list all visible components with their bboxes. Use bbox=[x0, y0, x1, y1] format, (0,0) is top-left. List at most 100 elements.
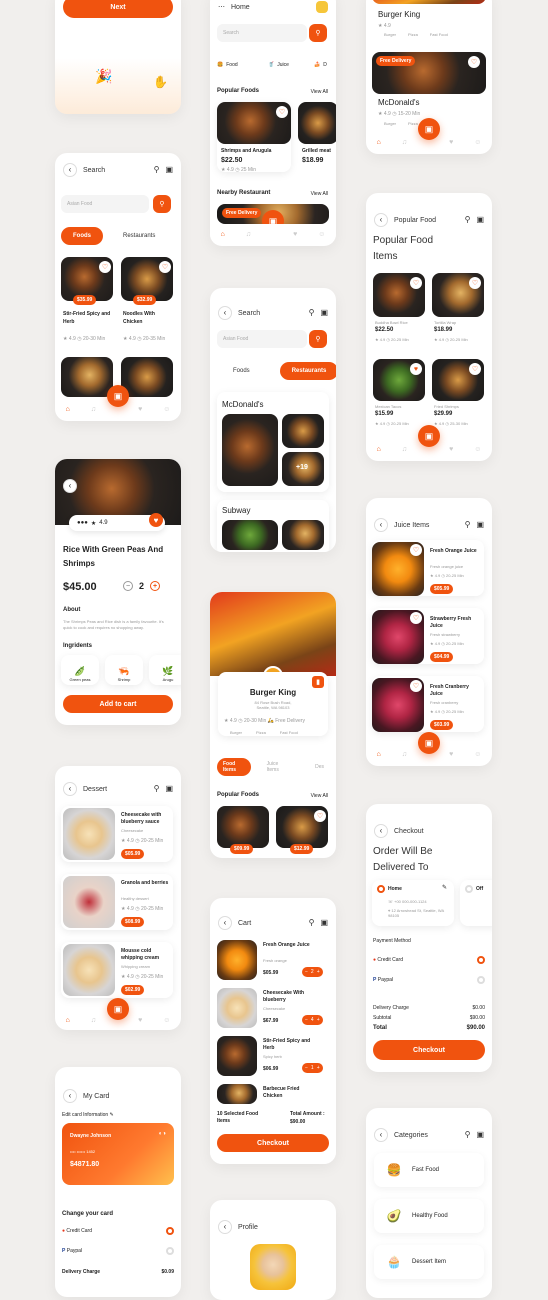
user-icon[interactable]: ☺ bbox=[474, 446, 481, 453]
cart-icon[interactable]: ▣ bbox=[476, 521, 484, 529]
back-button[interactable]: ‹ bbox=[63, 163, 77, 177]
home-icon[interactable]: ⌂ bbox=[221, 231, 225, 238]
search-input[interactable]: Asian Food bbox=[61, 195, 149, 213]
plus-button[interactable]: + bbox=[150, 581, 161, 591]
heart-nav-icon[interactable]: ♥ bbox=[449, 446, 453, 453]
back-button[interactable]: ‹ bbox=[374, 518, 388, 532]
heart-icon[interactable]: ♡ bbox=[469, 363, 481, 375]
credit-card[interactable]: Dwayne Johnson •••• •••••• 1452 $4871.80… bbox=[62, 1123, 174, 1185]
view-all-link[interactable]: View All bbox=[311, 191, 328, 197]
back-button[interactable]: ‹ bbox=[218, 306, 232, 320]
home-icon[interactable]: ⌂ bbox=[66, 406, 70, 413]
qty-stepper[interactable]: −4 + bbox=[302, 1015, 323, 1025]
category-dessert[interactable]: 🍰 D bbox=[314, 56, 327, 74]
user-icon[interactable]: ☺ bbox=[163, 1017, 170, 1024]
qty-stepper[interactable]: −1 + bbox=[302, 1063, 323, 1073]
category-juice[interactable]: 🥤 Juice bbox=[268, 56, 289, 74]
search-button[interactable]: ⚲ bbox=[153, 195, 171, 213]
favorite-button[interactable]: ♥ bbox=[149, 513, 163, 527]
heart-nav-icon[interactable]: ♥ bbox=[138, 1017, 142, 1024]
search-icon[interactable]: ⚲ bbox=[309, 309, 315, 317]
bell-icon[interactable]: ♫ bbox=[246, 231, 251, 238]
user-icon[interactable]: ☺ bbox=[318, 231, 325, 238]
bell-icon[interactable]: ♫ bbox=[402, 139, 407, 146]
home-icon[interactable]: ⌂ bbox=[377, 446, 381, 453]
back-button[interactable]: ‹ bbox=[374, 824, 388, 838]
heart-icon[interactable]: ♡ bbox=[410, 680, 422, 692]
qty-stepper[interactable]: −2 + bbox=[302, 967, 323, 977]
back-button[interactable]: ‹ bbox=[63, 1089, 77, 1103]
tab-dessert[interactable]: Des bbox=[303, 758, 336, 776]
heart-nav-icon[interactable]: ♥ bbox=[138, 406, 142, 413]
payment-option-credit[interactable]: ● Credit Card bbox=[373, 956, 485, 964]
search-input[interactable]: Asian Food bbox=[217, 330, 307, 348]
tab-restaurants[interactable]: Restaurants bbox=[279, 362, 336, 380]
heart-icon[interactable]: ♡ bbox=[314, 810, 326, 822]
back-button[interactable]: ‹ bbox=[218, 1220, 232, 1234]
cart-icon[interactable]: ▣ bbox=[320, 919, 328, 927]
category-fast-food[interactable]: 🍔 Fast Food bbox=[374, 1153, 484, 1187]
heart-icon[interactable]: ♡ bbox=[410, 612, 422, 624]
user-icon[interactable]: ☺ bbox=[474, 751, 481, 758]
payment-option-paypal[interactable]: P Paypal bbox=[62, 1247, 174, 1255]
back-button[interactable]: ‹ bbox=[63, 782, 77, 796]
checkout-button[interactable]: Checkout bbox=[217, 1134, 329, 1152]
heart-icon[interactable]: ♡ bbox=[159, 261, 171, 273]
category-food[interactable]: 🍔 Food bbox=[217, 56, 238, 74]
tab-food-items[interactable]: Food Items bbox=[217, 758, 251, 776]
grid-icon[interactable]: ⋯ bbox=[218, 3, 225, 11]
back-button[interactable]: ‹ bbox=[218, 916, 232, 930]
profile-avatar[interactable] bbox=[250, 1244, 296, 1290]
add-to-cart-button[interactable]: Add to cart bbox=[63, 695, 173, 713]
cart-icon[interactable]: ▣ bbox=[320, 309, 328, 317]
edit-icon[interactable]: ✎ bbox=[442, 884, 447, 891]
bookmark-icon[interactable]: ♡ bbox=[276, 106, 288, 118]
tab-restaurants[interactable]: Restaurants bbox=[111, 227, 167, 245]
tab-juice-items[interactable]: Juice Items bbox=[255, 758, 299, 776]
home-icon[interactable]: ⌂ bbox=[66, 1017, 70, 1024]
home-icon[interactable]: ⌂ bbox=[377, 751, 381, 758]
heart-nav-icon[interactable]: ♥ bbox=[449, 139, 453, 146]
cart-icon[interactable]: ▣ bbox=[165, 166, 173, 174]
heart-icon[interactable]: ♡ bbox=[468, 56, 480, 68]
back-button[interactable]: ‹ bbox=[374, 1128, 388, 1142]
payment-option-credit[interactable]: ● Credit Card bbox=[62, 1227, 174, 1235]
minus-button[interactable]: − bbox=[123, 581, 133, 591]
home-icon[interactable]: ⌂ bbox=[377, 139, 381, 146]
tab-foods[interactable]: Foods bbox=[61, 227, 103, 245]
search-icon[interactable]: ⚲ bbox=[309, 919, 315, 927]
back-button[interactable]: ‹ bbox=[374, 213, 388, 227]
search-icon[interactable]: ⚲ bbox=[465, 1131, 471, 1139]
bell-icon[interactable]: ♫ bbox=[91, 1017, 96, 1024]
checkout-button[interactable]: Checkout bbox=[373, 1040, 485, 1060]
bell-icon[interactable]: ♫ bbox=[402, 751, 407, 758]
view-all-link[interactable]: View All bbox=[311, 89, 328, 95]
cart-icon[interactable]: ▣ bbox=[165, 785, 173, 793]
back-button[interactable]: ‹ bbox=[63, 479, 77, 493]
search-button[interactable]: ⚲ bbox=[309, 24, 327, 42]
search-icon[interactable]: ⚲ bbox=[154, 166, 160, 174]
next-button[interactable]: Next bbox=[63, 0, 173, 18]
search-icon[interactable]: ⚲ bbox=[465, 216, 471, 224]
category-dessert[interactable]: 🧁 Dessert Item bbox=[374, 1245, 484, 1279]
view-all-link[interactable]: View All bbox=[311, 793, 328, 799]
avatar[interactable] bbox=[316, 1, 328, 13]
heart-icon[interactable]: ♡ bbox=[469, 277, 481, 289]
cart-icon[interactable]: ▣ bbox=[476, 216, 484, 224]
cart-icon[interactable]: ▣ bbox=[476, 1131, 484, 1139]
bookmark-button[interactable]: ▮ bbox=[312, 676, 324, 688]
heart-nav-icon[interactable]: ♥ bbox=[449, 751, 453, 758]
heart-icon[interactable]: ♡ bbox=[410, 277, 422, 289]
heart-icon[interactable]: ♥ bbox=[410, 363, 422, 375]
search-button[interactable]: ⚲ bbox=[309, 330, 327, 348]
bell-icon[interactable]: ♫ bbox=[402, 446, 407, 453]
category-healthy-food[interactable]: 🥑 Healthy Food bbox=[374, 1199, 484, 1233]
search-icon[interactable]: ⚲ bbox=[154, 785, 160, 793]
heart-icon[interactable]: ♡ bbox=[99, 261, 111, 273]
tab-foods[interactable]: Foods bbox=[217, 362, 266, 380]
more-count[interactable]: +19 bbox=[296, 464, 308, 471]
search-input[interactable]: Search bbox=[217, 24, 307, 42]
user-icon[interactable]: ☺ bbox=[474, 139, 481, 146]
payment-option-paypal[interactable]: P Paypal bbox=[373, 976, 485, 984]
heart-icon[interactable]: ♡ bbox=[410, 544, 422, 556]
